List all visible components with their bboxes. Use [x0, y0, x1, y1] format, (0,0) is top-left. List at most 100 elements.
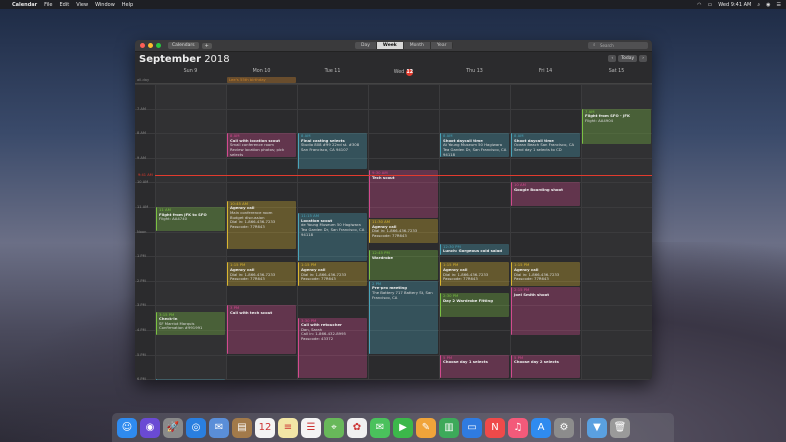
zoom-button[interactable] — [156, 43, 161, 48]
calendar-event[interactable]: 3 PM Call with tech scout — [227, 305, 296, 354]
finder-icon[interactable]: ☺ — [117, 417, 137, 438]
day-label: Sun 9 — [183, 69, 198, 74]
menu-help[interactable]: Help — [122, 2, 133, 8]
view-year-tab[interactable]: Year — [430, 42, 454, 49]
menu-app-name[interactable]: Calendar — [12, 2, 37, 8]
event-title: Google Boarding shoot — [514, 186, 563, 192]
safari-icon[interactable]: ◎ — [186, 417, 206, 438]
notification-center-icon[interactable]: ☰ — [777, 2, 781, 8]
numbers-icon[interactable]: ▥ — [439, 417, 459, 438]
day-header[interactable]: Mon 10 — [226, 69, 297, 74]
calendar-event[interactable]: 10 AM Google Boarding shoot — [511, 182, 580, 206]
week-grid[interactable]: 7 AM 8 AM 9 AM 10 AM 11 AM Noon 1 PM 2 PM 3 PM 4 … — [135, 84, 652, 380]
close-button[interactable] — [140, 43, 145, 48]
menu-clock[interactable]: Wed 9:41 AM — [718, 2, 751, 8]
calendar-event[interactable]: 6 PMDinner with CeciliaCassava Pan 8 The… — [156, 379, 225, 380]
calendar-event[interactable]: 12:30 PM Lunch: Gorgeous cold salad — [440, 243, 509, 256]
photos-icon[interactable]: ✿ — [347, 417, 367, 438]
search-field[interactable]: ⌕ Search — [588, 42, 648, 49]
notes-icon[interactable]: ≡ — [278, 417, 298, 438]
app-store-icon[interactable]: A — [531, 417, 551, 438]
day-headers: Sun 9 Mon 10 Tue 11 Wed 12 Thu 13 Fri 14 Sat 15 — [135, 66, 652, 76]
add-event-button[interactable]: + — [201, 42, 212, 49]
spotlight-icon[interactable]: ⌕ — [757, 2, 760, 8]
event-detail: Passcode: 77R643 — [301, 276, 336, 282]
pages-icon[interactable]: ✎ — [416, 417, 436, 438]
today-badge: 12 — [406, 69, 414, 76]
next-week-icon[interactable]: › — [639, 55, 647, 62]
mail-icon[interactable]: ✉ — [209, 417, 229, 438]
day-header[interactable]: Fri 14 — [510, 69, 581, 74]
calendar-event[interactable]: 8 AM Shoot daycall time Ocean Beach San Fr… — [511, 133, 580, 157]
calendar-event[interactable]: 2 PM Pre-pro meeting The Battery 717 Batte… — [369, 280, 438, 354]
event-detail: Passcode: 77R643 — [443, 276, 478, 282]
view-day-tab[interactable]: Day — [355, 42, 377, 49]
event-detail: Flight: AA4904 — [585, 117, 614, 123]
menu-bar: Calendar File Edit View Window Help ◠ ▭ … — [0, 0, 786, 9]
view-week-tab[interactable]: Week — [376, 42, 404, 49]
notes-book-icon[interactable]: ▤ — [232, 417, 252, 438]
event-detail: Passcode: 77R643 — [372, 233, 407, 239]
calendar-event[interactable]: 11 AM Flight from JFK to SFO Flight: AA474… — [156, 207, 225, 231]
calendar-event[interactable]: 2:15 PM Joel Smith shoot — [511, 286, 580, 336]
title-bar: Calendars + Day Week Month Year ⌕ Search — [135, 40, 652, 52]
calendar-event[interactable]: 7 AM Flight from SFO - JFK Flight: AA4904 — [582, 108, 651, 145]
news-icon[interactable]: N — [485, 417, 505, 438]
calendar-event[interactable]: 3:30 PM Call with retoucher Dan, Sarah Call… — [298, 317, 367, 379]
menu-file[interactable]: File — [44, 2, 52, 8]
calendar-event[interactable]: 12:45 PM Wardrobe — [369, 250, 438, 280]
view-month-tab[interactable]: Month — [403, 42, 431, 49]
calendars-button[interactable]: Calendars — [168, 42, 199, 49]
calendar-event[interactable]: 1:15 PM Agency call Dial in: 1-866-436-723… — [298, 262, 367, 286]
calendar-event[interactable]: 11:30 AM Agency call Dial in: 1-866-436-72… — [369, 219, 438, 243]
music-icon[interactable]: ♫ — [508, 417, 528, 438]
calendar-event[interactable]: 5 PM Choose day 2 selects — [511, 354, 580, 379]
day-header[interactable]: Sat 15 — [581, 69, 652, 74]
event-title: Tech scout — [372, 174, 395, 180]
day-header[interactable]: Thu 13 — [439, 69, 510, 74]
hour-line — [135, 157, 652, 159]
previous-week-icon[interactable]: ‹ — [608, 55, 617, 62]
wifi-icon[interactable]: ◠ — [697, 2, 701, 8]
calendar-event[interactable]: 11:15 AM Location scout de Young Museum 50… — [298, 213, 367, 262]
downloads-folder-icon[interactable]: ▼ — [587, 417, 607, 438]
day-header[interactable]: Tue 11 — [297, 69, 368, 74]
siri-icon[interactable]: ◉ — [140, 417, 160, 438]
event-title: Joel Smith shoot — [514, 291, 550, 297]
hour-label: 7 AM — [137, 106, 146, 111]
calendar-event[interactable]: 9:30 AM Tech scout — [369, 170, 438, 219]
trash-icon[interactable]: 🗑 — [610, 417, 630, 438]
keynote-icon[interactable]: ▭ — [462, 417, 482, 438]
maps-icon[interactable]: ⌖ — [324, 417, 344, 438]
minimize-button[interactable] — [148, 43, 153, 48]
calendar-event[interactable]: 2:30 PM Day 2 Wardrobe Fitting — [440, 293, 509, 317]
menu-view[interactable]: View — [76, 2, 88, 8]
all-day-event[interactable]: Lee's 55th birthday — [227, 77, 296, 83]
airplay-icon[interactable]: ▭ — [708, 2, 713, 8]
menu-edit[interactable]: Edit — [60, 2, 70, 8]
system-preferences-icon[interactable]: ⚙ — [554, 417, 574, 438]
calendar-icon[interactable]: 12 — [255, 417, 275, 438]
day-header[interactable]: Sun 9 — [155, 69, 226, 74]
messages-icon[interactable]: ✉ — [370, 417, 390, 438]
hour-label: 3 PM — [137, 303, 146, 308]
calendar-event[interactable]: 8 AM Final casting selects Studio 808 #99 … — [298, 133, 367, 170]
calendar-event[interactable]: 8 AM Call with location scout Small confer… — [227, 133, 296, 157]
menu-window[interactable]: Window — [95, 2, 115, 8]
siri-menu-icon[interactable]: ◉ — [766, 2, 770, 8]
reminders-icon[interactable]: ☰ — [301, 417, 321, 438]
calendar-event[interactable]: 3:15 PM Check-in SF Marriot Marquis Confirm… — [156, 311, 225, 336]
calendar-event[interactable]: 1:15 PM Agency call Dial in: 1-866-436-723… — [511, 262, 580, 286]
calendar-event[interactable]: 5 PM Choose day 1 selects — [440, 354, 509, 379]
event-title: Call with tech scout — [230, 309, 273, 315]
calendar-event[interactable]: 10:45 AM Agency call Main conference room B… — [227, 200, 296, 250]
calendar-event[interactable]: 1:15 PM Agency call Dial in: 1-866-436-723… — [440, 262, 509, 286]
launchpad-icon[interactable]: 🚀 — [163, 417, 183, 438]
today-button[interactable]: Today — [618, 55, 638, 62]
calendar-event[interactable]: 1:15 PM Agency call Dial in: 1-866-436-723… — [227, 262, 296, 286]
day-header[interactable]: Wed 12 — [368, 69, 439, 76]
hour-line — [135, 108, 652, 110]
facetime-icon[interactable]: ▶ — [393, 417, 413, 438]
event-detail: Passcode: 43372 — [301, 336, 334, 342]
calendar-event[interactable]: 8 AM Shoot daycall time At Young Museum 50… — [440, 133, 509, 157]
